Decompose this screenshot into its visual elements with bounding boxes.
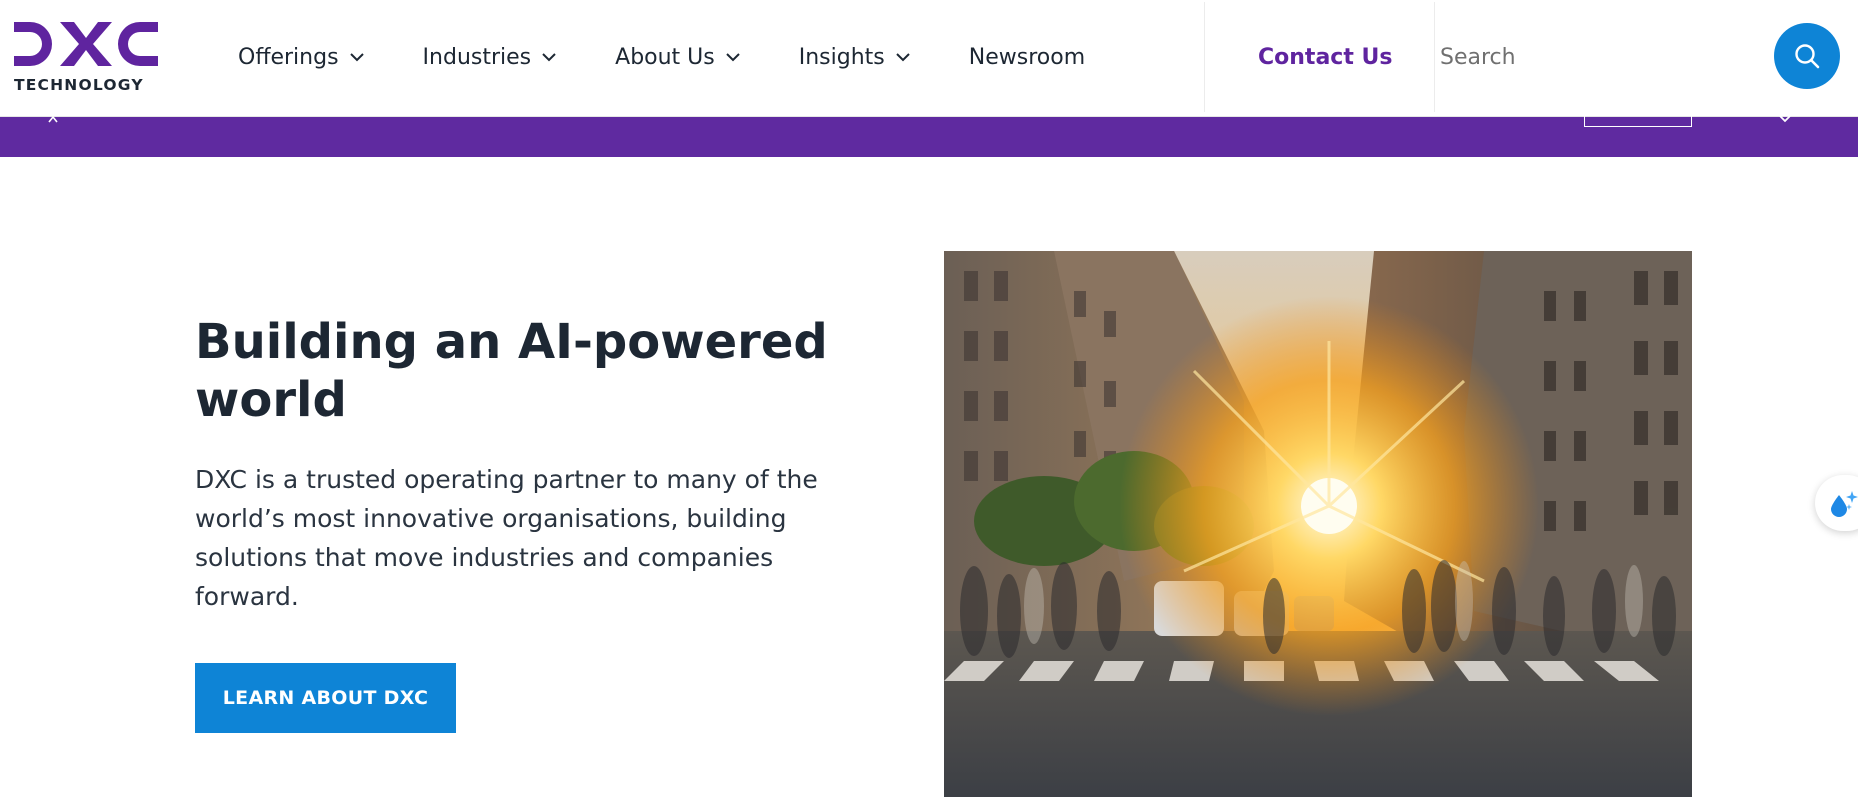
header-divider [1204,2,1205,112]
nav-item-label: Newsroom [968,44,1086,70]
chevron-down-icon [542,53,556,62]
nav-item-label: Offerings [238,44,339,70]
nav-item-industries[interactable]: Industries [423,45,558,70]
chevron-up-icon [48,115,58,123]
chevron-down-icon [726,53,740,62]
city-street-sunset-photo [944,251,1692,797]
search-button[interactable] [1774,23,1840,89]
chevron-down-icon [896,53,910,62]
search-icon [1795,44,1820,69]
hero-title: Building an AI-powered world [195,314,828,428]
site-header: TECHNOLOGY Offerings Industries About Us… [0,0,1858,117]
contact-us-link[interactable]: Contact Us [1258,0,1392,114]
dxc-logo[interactable]: TECHNOLOGY [14,16,158,96]
sparkle-drop-icon [1831,491,1858,517]
side-assistant-widget[interactable] [1815,475,1858,531]
announcement-band [0,115,1858,157]
search-input[interactable] [1440,32,1740,82]
nav-item-about-us[interactable]: About Us [615,45,741,70]
nav-item-insights[interactable]: Insights [799,45,911,70]
chevron-down-icon [349,53,364,62]
nav-item-offerings[interactable]: Offerings [238,45,365,70]
nav-item-newsroom[interactable]: Newsroom [969,45,1085,70]
nav-item-label: Industries [422,44,532,70]
band-button-outline[interactable] [1584,115,1692,127]
learn-about-dxc-button[interactable]: LEARN ABOUT DXC [195,663,456,733]
nav-item-label: About Us [615,44,715,70]
chevron-down-icon [1779,115,1791,123]
header-divider [1434,2,1435,112]
dxc-logo-mark [14,22,158,66]
main-nav: Offerings Industries About Us Insights N… [238,0,1143,114]
hero-description: DXC is a trusted operating partner to ma… [195,465,818,611]
nav-item-label: Insights [798,44,885,70]
logo-subtitle: TECHNOLOGY [14,76,144,94]
